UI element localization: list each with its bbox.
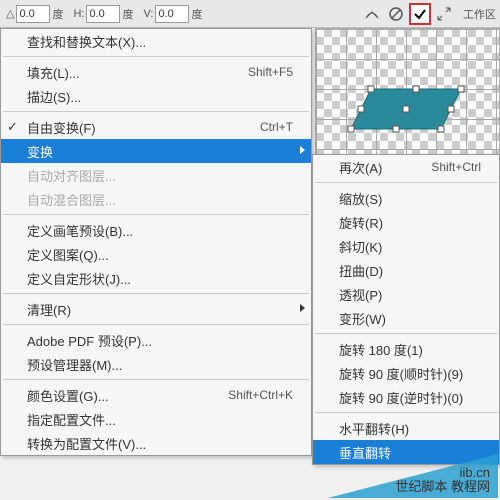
menu-pdf-preset[interactable]: Adobe PDF 预设(P)... xyxy=(1,328,311,352)
separator xyxy=(315,412,497,413)
h-unit: 度 xyxy=(122,6,133,22)
menu-purge[interactable]: 清理(R) xyxy=(1,297,311,321)
menu-fill[interactable]: 填充(L)...Shift+F5 xyxy=(1,60,311,84)
menu-define-shape[interactable]: 定义自定形状(J)... xyxy=(1,266,311,290)
commit-icon[interactable] xyxy=(409,3,431,25)
submenu-arrow-icon xyxy=(300,146,305,154)
canvas[interactable] xyxy=(315,28,500,168)
separator xyxy=(3,111,309,112)
size-icon[interactable] xyxy=(433,3,455,25)
transform-submenu: 再次(A)Shift+Ctrl 缩放(S) 旋转(R) 斜切(K) 扭曲(D) … xyxy=(312,154,500,465)
separator xyxy=(315,182,497,183)
menu-define-pattern[interactable]: 定义图案(Q)... xyxy=(1,242,311,266)
menu-define-brush[interactable]: 定义画笔预设(B)... xyxy=(1,218,311,242)
menu-assign-profile[interactable]: 指定配置文件... xyxy=(1,407,311,431)
submenu-skew[interactable]: 斜切(K) xyxy=(313,234,499,258)
submenu-distort[interactable]: 扭曲(D) xyxy=(313,258,499,282)
separator xyxy=(3,379,309,380)
submenu-again[interactable]: 再次(A)Shift+Ctrl xyxy=(313,155,499,179)
menu-find-replace[interactable]: 查找和替换文本(X)... xyxy=(1,29,311,53)
workspace-label[interactable]: 工作区 xyxy=(463,6,496,22)
warp-mode-icon[interactable] xyxy=(361,3,383,25)
menu-free-transform[interactable]: ✓自由变换(F)Ctrl+T xyxy=(1,115,311,139)
submenu-rotate-cw[interactable]: 旋转 90 度(顺时针)(9) xyxy=(313,361,499,385)
separator xyxy=(3,293,309,294)
menu-stroke[interactable]: 描边(S)... xyxy=(1,84,311,108)
separator xyxy=(3,324,309,325)
separator xyxy=(3,214,309,215)
v-input[interactable] xyxy=(155,5,189,23)
menu-auto-blend[interactable]: 自动混合图层... xyxy=(1,187,311,211)
angle-input[interactable] xyxy=(16,5,50,23)
submenu-rotate-180[interactable]: 旋转 180 度(1) xyxy=(313,337,499,361)
menu-auto-align[interactable]: 自动对齐图层... xyxy=(1,163,311,187)
v-label: V: xyxy=(143,8,153,20)
menu-color-settings[interactable]: 颜色设置(G)...Shift+Ctrl+K xyxy=(1,383,311,407)
menu-transform[interactable]: 变换 xyxy=(1,139,311,163)
v-unit: 度 xyxy=(191,6,202,22)
submenu-perspective[interactable]: 透视(P) xyxy=(313,282,499,306)
submenu-flip-horizontal[interactable]: 水平翻转(H) xyxy=(313,416,499,440)
cancel-icon[interactable] xyxy=(385,3,407,25)
submenu-flip-vertical[interactable]: 垂直翻转 xyxy=(313,440,499,464)
angle-unit: 度 xyxy=(52,6,63,22)
options-toolbar: △ 度 H: 度 V: 度 工作区 xyxy=(0,0,500,28)
submenu-scale[interactable]: 缩放(S) xyxy=(313,186,499,210)
submenu-rotate[interactable]: 旋转(R) xyxy=(313,210,499,234)
submenu-arrow-icon xyxy=(300,304,305,312)
edit-menu: 查找和替换文本(X)... 填充(L)...Shift+F5 描边(S)... … xyxy=(0,28,312,456)
separator xyxy=(3,56,309,57)
separator xyxy=(315,333,497,334)
submenu-rotate-ccw[interactable]: 旋转 90 度(逆时针)(0) xyxy=(313,385,499,409)
parallelogram-shape[interactable] xyxy=(346,84,466,134)
submenu-warp[interactable]: 变形(W) xyxy=(313,306,499,330)
check-icon: ✓ xyxy=(7,119,18,135)
h-input[interactable] xyxy=(86,5,120,23)
menu-preset-manager[interactable]: 预设管理器(M)... xyxy=(1,352,311,376)
angle-icon: △ xyxy=(6,7,14,20)
h-label: H: xyxy=(73,8,84,20)
menu-convert-profile[interactable]: 转换为配置文件(V)... xyxy=(1,431,311,455)
